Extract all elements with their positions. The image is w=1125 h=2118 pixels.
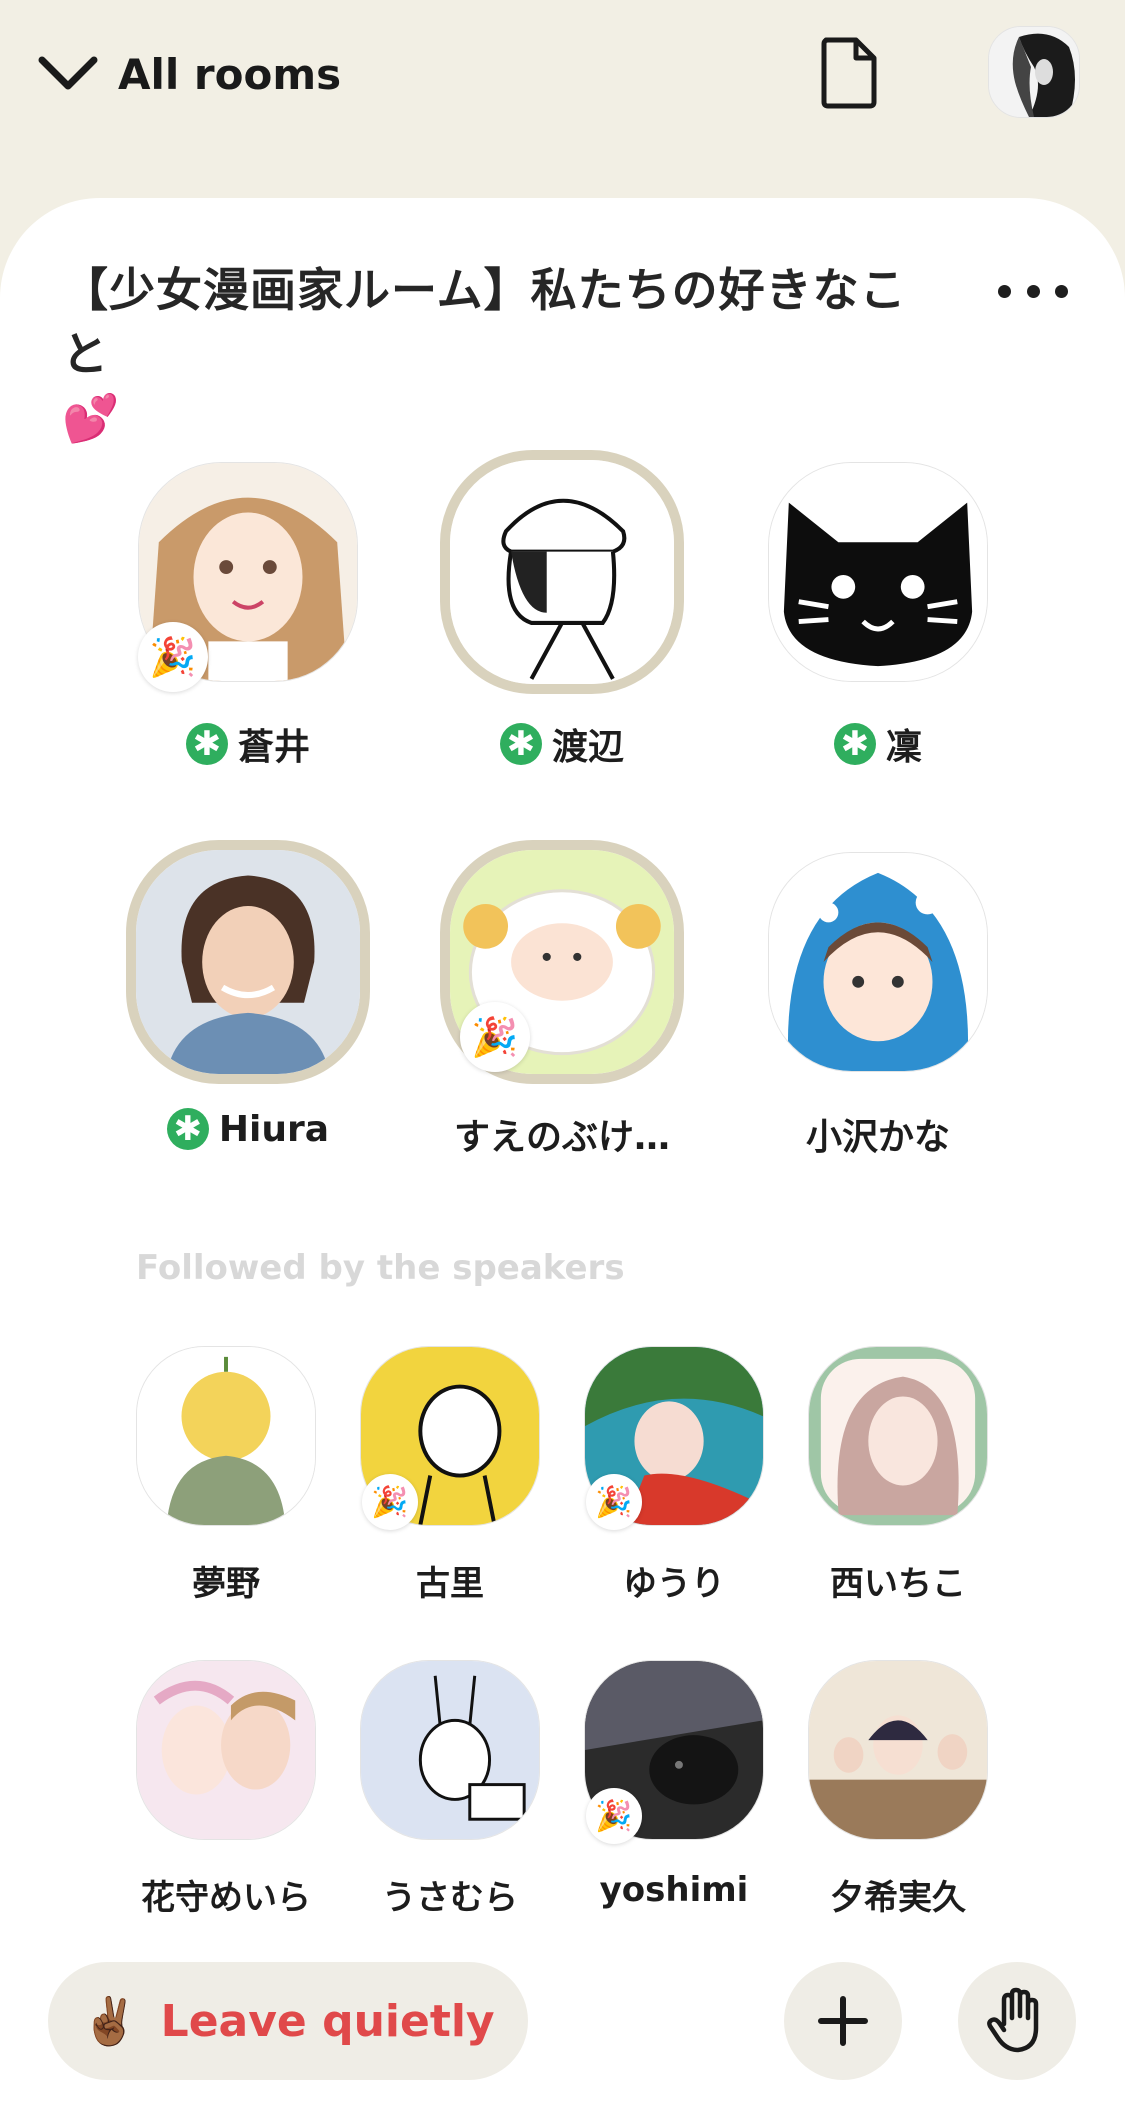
listener-name: ゆうり [623,1564,725,1604]
top-bar: All rooms [0,0,1125,190]
profile-avatar[interactable] [988,26,1080,118]
listener-avatar [136,1346,316,1526]
listener-name: 古里 [416,1564,484,1604]
party-badge-icon: 🎉 [586,1788,642,1844]
room-panel: 【少女漫画家ルーム】私たちの好きなこと 💕 🎉 ✱ 蒼井 ✱ 渡辺 ✱ 凜 ✱ … [0,198,1125,2118]
leave-quietly-button[interactable]: ✌🏾 Leave quietly [48,1962,528,2080]
moderator-icon: ✱ [499,723,542,765]
speaker-name: 蒼井 [237,727,310,768]
speaker-name: 凜 [885,727,922,768]
listener-avatar [808,1346,988,1526]
listener-tile[interactable]: 花守めいら [116,1660,336,1920]
speaker-name: 小沢かな [805,1117,950,1158]
speaker-avatar [768,462,988,682]
moderator-icon: ✱ [185,723,228,765]
plus-icon [818,1996,868,2046]
listener-name: yoshimi [599,1870,749,1910]
room-title-text: 【少女漫画家ルーム】私たちの好きなこと [62,263,907,381]
peace-hand-icon: ✌🏾 [81,1993,139,2048]
dot-icon [998,284,1011,298]
bottom-bar: ✌🏾 Leave quietly [0,1940,1125,2118]
listener-name: うさむら [382,1878,518,1918]
listener-name: 花守めいら [141,1878,311,1918]
party-badge-icon: 🎉 [460,1002,530,1072]
raise-hand-icon [987,1987,1039,2053]
listener-tile[interactable]: うさむら [340,1660,560,1920]
speaker-tile[interactable]: ✱ 凜 [738,462,1018,782]
speaker-tile-speaking[interactable]: ✱ 渡辺 [422,450,702,782]
speaker-tile-speaking[interactable]: ✱ Hiura [108,840,388,1172]
listener-avatar [136,1660,316,1840]
profile-image [989,27,1079,117]
party-badge-icon: 🎉 [138,622,208,692]
all-rooms-button[interactable]: All rooms [36,42,341,106]
all-rooms-label: All rooms [118,49,342,99]
speaker-tile[interactable]: 小沢かな [738,852,1018,1172]
document-icon[interactable] [818,36,880,110]
moderator-icon: ✱ [833,723,876,765]
speaker-name: すえのぶけ… [453,1117,670,1158]
listener-name: 夕希実久 [830,1878,966,1918]
speaker-name: Hiura [218,1108,330,1150]
listener-avatar [808,1660,988,1840]
raise-hand-button[interactable] [958,1962,1076,2080]
listener-name: 夢野 [192,1564,260,1604]
listener-tile[interactable]: 🎉 yoshimi [564,1660,784,1920]
listener-tile[interactable]: 🎉 古里 [340,1346,560,1606]
add-button[interactable] [784,1962,902,2080]
moderator-icon: ✱ [166,1108,209,1150]
dot-icon [1026,284,1040,298]
listener-name: 西いちこ [830,1564,966,1604]
speaker-tile-speaking[interactable]: 🎉 すえのぶけ… [422,840,702,1172]
followed-section-label: Followed by the speakers [136,1248,625,1288]
listener-avatar [360,1660,540,1840]
speaker-name: 渡辺 [551,727,624,768]
speaker-tile[interactable]: 🎉 ✱ 蒼井 [108,462,388,782]
listener-tile[interactable]: 西いちこ [788,1346,1008,1606]
more-options-button[interactable] [998,276,1068,306]
leave-quietly-label: Leave quietly [160,1995,495,2047]
speaker-avatar [126,840,370,1084]
party-badge-icon: 🎉 [586,1474,642,1530]
listener-tile[interactable]: 夢野 [116,1346,336,1606]
room-title: 【少女漫画家ルーム】私たちの好きなこと 💕 [62,258,942,450]
listener-tile[interactable]: 🎉 ゆうり [564,1346,784,1606]
speaker-avatar [440,450,684,694]
party-badge-icon: 🎉 [362,1474,418,1530]
heart-emoji-icon: 💕 [62,391,121,445]
speaker-avatar [768,852,988,1072]
chevron-down-icon [38,56,98,90]
dot-icon [1055,284,1068,298]
listener-tile[interactable]: 夕希実久 [788,1660,1008,1920]
